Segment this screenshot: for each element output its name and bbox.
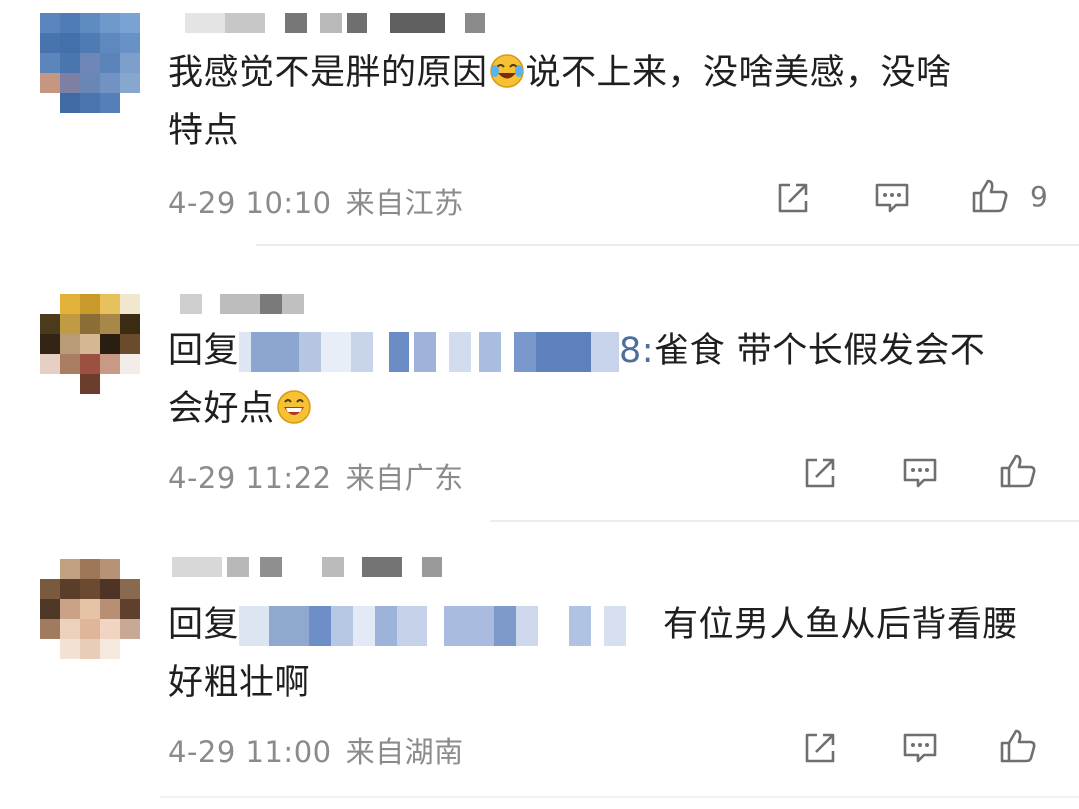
avatar[interactable] <box>40 294 140 394</box>
comment-date: 4-29 11:00 <box>168 735 332 769</box>
comment-meta: 4-29 11:00 来自湖南 <box>168 729 478 771</box>
comment-text-part: 特点 <box>168 111 240 151</box>
reply-username-tail[interactable]: 8: <box>619 331 654 371</box>
share-icon <box>778 183 808 213</box>
username-mosaic[interactable] <box>172 557 442 577</box>
comment-text-part: 雀食 带个长假发会不 <box>654 331 986 371</box>
comment-meta: 4-29 11:22 来自广东 <box>168 455 478 497</box>
comment-button[interactable] <box>872 178 912 218</box>
divider <box>490 520 1079 522</box>
share-button[interactable] <box>800 453 840 493</box>
reply-prefix: 回复 <box>168 331 240 371</box>
comment-button[interactable] <box>900 728 940 768</box>
laughing-crying-emoji-icon <box>489 54 524 88</box>
share-button[interactable] <box>773 178 813 218</box>
comment-meta: 4-29 10:10 来自江苏 <box>168 180 478 222</box>
comment-text: 我感觉不是胖的原因 说不上来，没啥美感，没啥 特点 <box>168 44 952 160</box>
thumbs-up-icon <box>972 179 1008 213</box>
comment-text-part: 说不上来，没啥美感，没啥 <box>525 53 952 93</box>
share-icon <box>805 458 835 488</box>
comment-text: 回复 8:雀食 带个长假发会不 会好点 <box>168 322 985 438</box>
thumbs-up-icon <box>1000 729 1036 763</box>
like-button[interactable] <box>998 451 1038 491</box>
comment-button[interactable] <box>900 453 940 493</box>
divider <box>160 796 1079 798</box>
comment-location: 来自广东 <box>345 461 464 495</box>
comment-text-part: 有位男人鱼从后背看腰 <box>663 605 1019 645</box>
username-mosaic[interactable] <box>180 294 305 314</box>
reply-prefix: 回复 <box>168 605 240 645</box>
comment-location: 来自湖南 <box>345 735 464 769</box>
avatar[interactable] <box>40 13 140 113</box>
comment-icon <box>903 733 937 763</box>
comment-text-part: 我感觉不是胖的原因 <box>168 53 488 93</box>
avatar[interactable] <box>40 559 140 659</box>
comment-icon <box>875 183 909 213</box>
like-count: 9 <box>1030 180 1048 213</box>
thumbs-up-icon <box>1000 454 1036 488</box>
reply-username-mosaic[interactable] <box>239 606 659 646</box>
comment-text: 回复 有位男人鱼从后背看腰 好粗壮啊 <box>168 596 1018 712</box>
reply-username-mosaic[interactable] <box>239 332 620 372</box>
share-icon <box>805 733 835 763</box>
comment-item: 我感觉不是胖的原因 说不上来，没啥美感，没啥 特点 4-29 10:10 来自江苏 … <box>0 0 1079 245</box>
share-button[interactable] <box>800 728 840 768</box>
comment-date: 4-29 11:22 <box>168 461 332 495</box>
divider <box>256 244 1079 246</box>
comment-location: 来自江苏 <box>345 186 464 220</box>
comment-item: 回复 8:雀食 带个长假发会不 会好点 4-29 11:22 来自广东 <box>0 247 1079 521</box>
comment-date: 4-29 10:10 <box>168 186 332 220</box>
comment-text-part: 会好点 <box>168 389 275 429</box>
comment-item: 回复 有位男人鱼从后背看腰 好粗壮啊 4-29 11:00 来自湖南 <box>0 523 1079 809</box>
comment-icon <box>903 458 937 488</box>
comment-text-part: 好粗壮啊 <box>168 663 311 703</box>
like-button[interactable] <box>970 176 1010 216</box>
like-button[interactable] <box>998 726 1038 766</box>
laughing-emoji-icon <box>276 390 311 424</box>
username-mosaic[interactable] <box>185 13 485 33</box>
